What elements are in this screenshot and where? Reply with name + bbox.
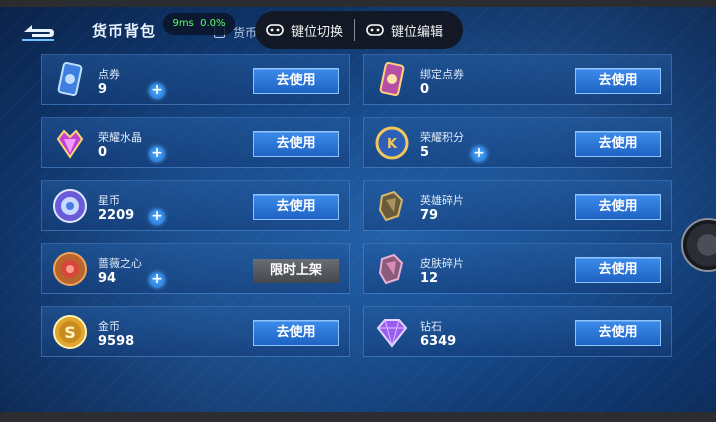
key-switch-label: 键位切换 xyxy=(291,24,344,40)
add-crystal-button[interactable]: + xyxy=(149,146,165,162)
use-hero-shards-button[interactable]: 去使用 xyxy=(575,194,661,220)
key-edit-button[interactable]: 键位编辑 xyxy=(355,11,454,49)
floating-assist-button[interactable] xyxy=(681,218,716,272)
currency-name: 皮肤碎片 xyxy=(420,257,464,270)
currency-name: 绑定点券 xyxy=(420,68,464,81)
page-title: 货币背包 xyxy=(92,22,157,40)
currency-amount: 9598 xyxy=(98,334,135,349)
currency-name: 星币 xyxy=(98,194,120,207)
key-switch-button[interactable]: 键位切换 xyxy=(255,11,354,49)
star-coin-icon xyxy=(50,186,90,226)
ticket-icon xyxy=(50,60,90,100)
ping-value: 9ms xyxy=(172,18,194,29)
use-gold-coin-button[interactable]: 去使用 xyxy=(253,320,339,346)
skin-shard-icon xyxy=(372,249,412,289)
use-bound-coupons-button[interactable]: 去使用 xyxy=(575,68,661,94)
add-glory-points-button[interactable]: + xyxy=(471,146,487,162)
hero-shard-icon xyxy=(372,186,412,226)
diamond-icon xyxy=(372,312,412,352)
currency-name: 英雄碎片 xyxy=(420,194,464,207)
use-star-coin-button[interactable]: 去使用 xyxy=(253,194,339,220)
bound-ticket-icon xyxy=(372,60,412,100)
back-arrow-icon xyxy=(22,25,54,41)
currency-amount: 0 xyxy=(420,82,430,97)
currency-amount: 0 xyxy=(98,145,108,160)
currency-card-bound-coupons: 绑定点券 0 去使用 xyxy=(363,54,672,105)
currency-name: 点券 xyxy=(98,68,120,81)
currency-card-glory-points: K 荣耀积分 5 + 去使用 xyxy=(363,117,672,168)
use-coupons-button[interactable]: 去使用 xyxy=(253,68,339,94)
bottom-border xyxy=(0,412,716,422)
currency-card-diamond: 钻石 6349 去使用 xyxy=(363,306,672,357)
currency-amount: 94 xyxy=(98,271,117,286)
svg-text:K: K xyxy=(387,137,398,152)
subtab-label: 货币 xyxy=(233,26,258,40)
gold-coin-icon: S xyxy=(50,312,90,352)
key-edit-label: 键位编辑 xyxy=(391,24,444,40)
currency-card-hero-shards: 英雄碎片 79 去使用 xyxy=(363,180,672,231)
currency-card-skin-shards: 皮肤碎片 12 去使用 xyxy=(363,243,672,294)
currency-card-gold-coin: S 金币 9598 去使用 xyxy=(41,306,350,357)
top-border xyxy=(0,0,716,7)
gamepad-icon xyxy=(366,24,384,36)
add-star-coin-button[interactable]: + xyxy=(149,209,165,225)
currency-amount: 2209 xyxy=(98,208,135,223)
game-screen: 货币背包 货币 9ms 0.0% 键位切换 键位编辑 点券 9 + 去使用 绑定… xyxy=(0,0,716,422)
packet-loss-value: 0.0% xyxy=(200,18,226,29)
svg-text:S: S xyxy=(64,323,76,342)
currency-name: 钻石 xyxy=(420,320,442,333)
back-button[interactable] xyxy=(14,20,58,44)
currency-amount: 5 xyxy=(420,145,430,160)
currency-card-star-coin: 星币 2209 + 去使用 xyxy=(41,180,350,231)
currency-card-rose-heart: 蔷薇之心 94 + 限时上架 xyxy=(41,243,350,294)
limited-time-badge: 限时上架 xyxy=(253,259,339,283)
use-diamond-button[interactable]: 去使用 xyxy=(575,320,661,346)
currency-card-coupons: 点券 9 + 去使用 xyxy=(41,54,350,105)
currency-name: 金币 xyxy=(98,320,120,333)
currency-card-glory-crystal: 荣耀水晶 0 + 去使用 xyxy=(41,117,350,168)
currency-name: 荣耀积分 xyxy=(420,131,464,144)
rose-heart-icon xyxy=(50,249,90,289)
keymap-toolbar: 键位切换 键位编辑 xyxy=(255,11,463,49)
currency-amount: 6349 xyxy=(420,334,457,349)
gamepad-icon xyxy=(266,24,284,36)
currency-amount: 9 xyxy=(98,82,108,97)
currency-amount: 12 xyxy=(420,271,439,286)
currency-name: 蔷薇之心 xyxy=(98,257,142,270)
use-glory-points-button[interactable]: 去使用 xyxy=(575,131,661,157)
use-skin-shards-button[interactable]: 去使用 xyxy=(575,257,661,283)
add-coupons-button[interactable]: + xyxy=(149,83,165,99)
honor-points-icon: K xyxy=(372,123,412,163)
use-crystal-button[interactable]: 去使用 xyxy=(253,131,339,157)
add-rose-heart-button[interactable]: + xyxy=(149,272,165,288)
crystal-icon xyxy=(50,123,90,163)
currency-name: 荣耀水晶 xyxy=(98,131,142,144)
network-status-badge: 9ms 0.0% xyxy=(163,13,235,35)
currency-amount: 79 xyxy=(420,208,439,223)
